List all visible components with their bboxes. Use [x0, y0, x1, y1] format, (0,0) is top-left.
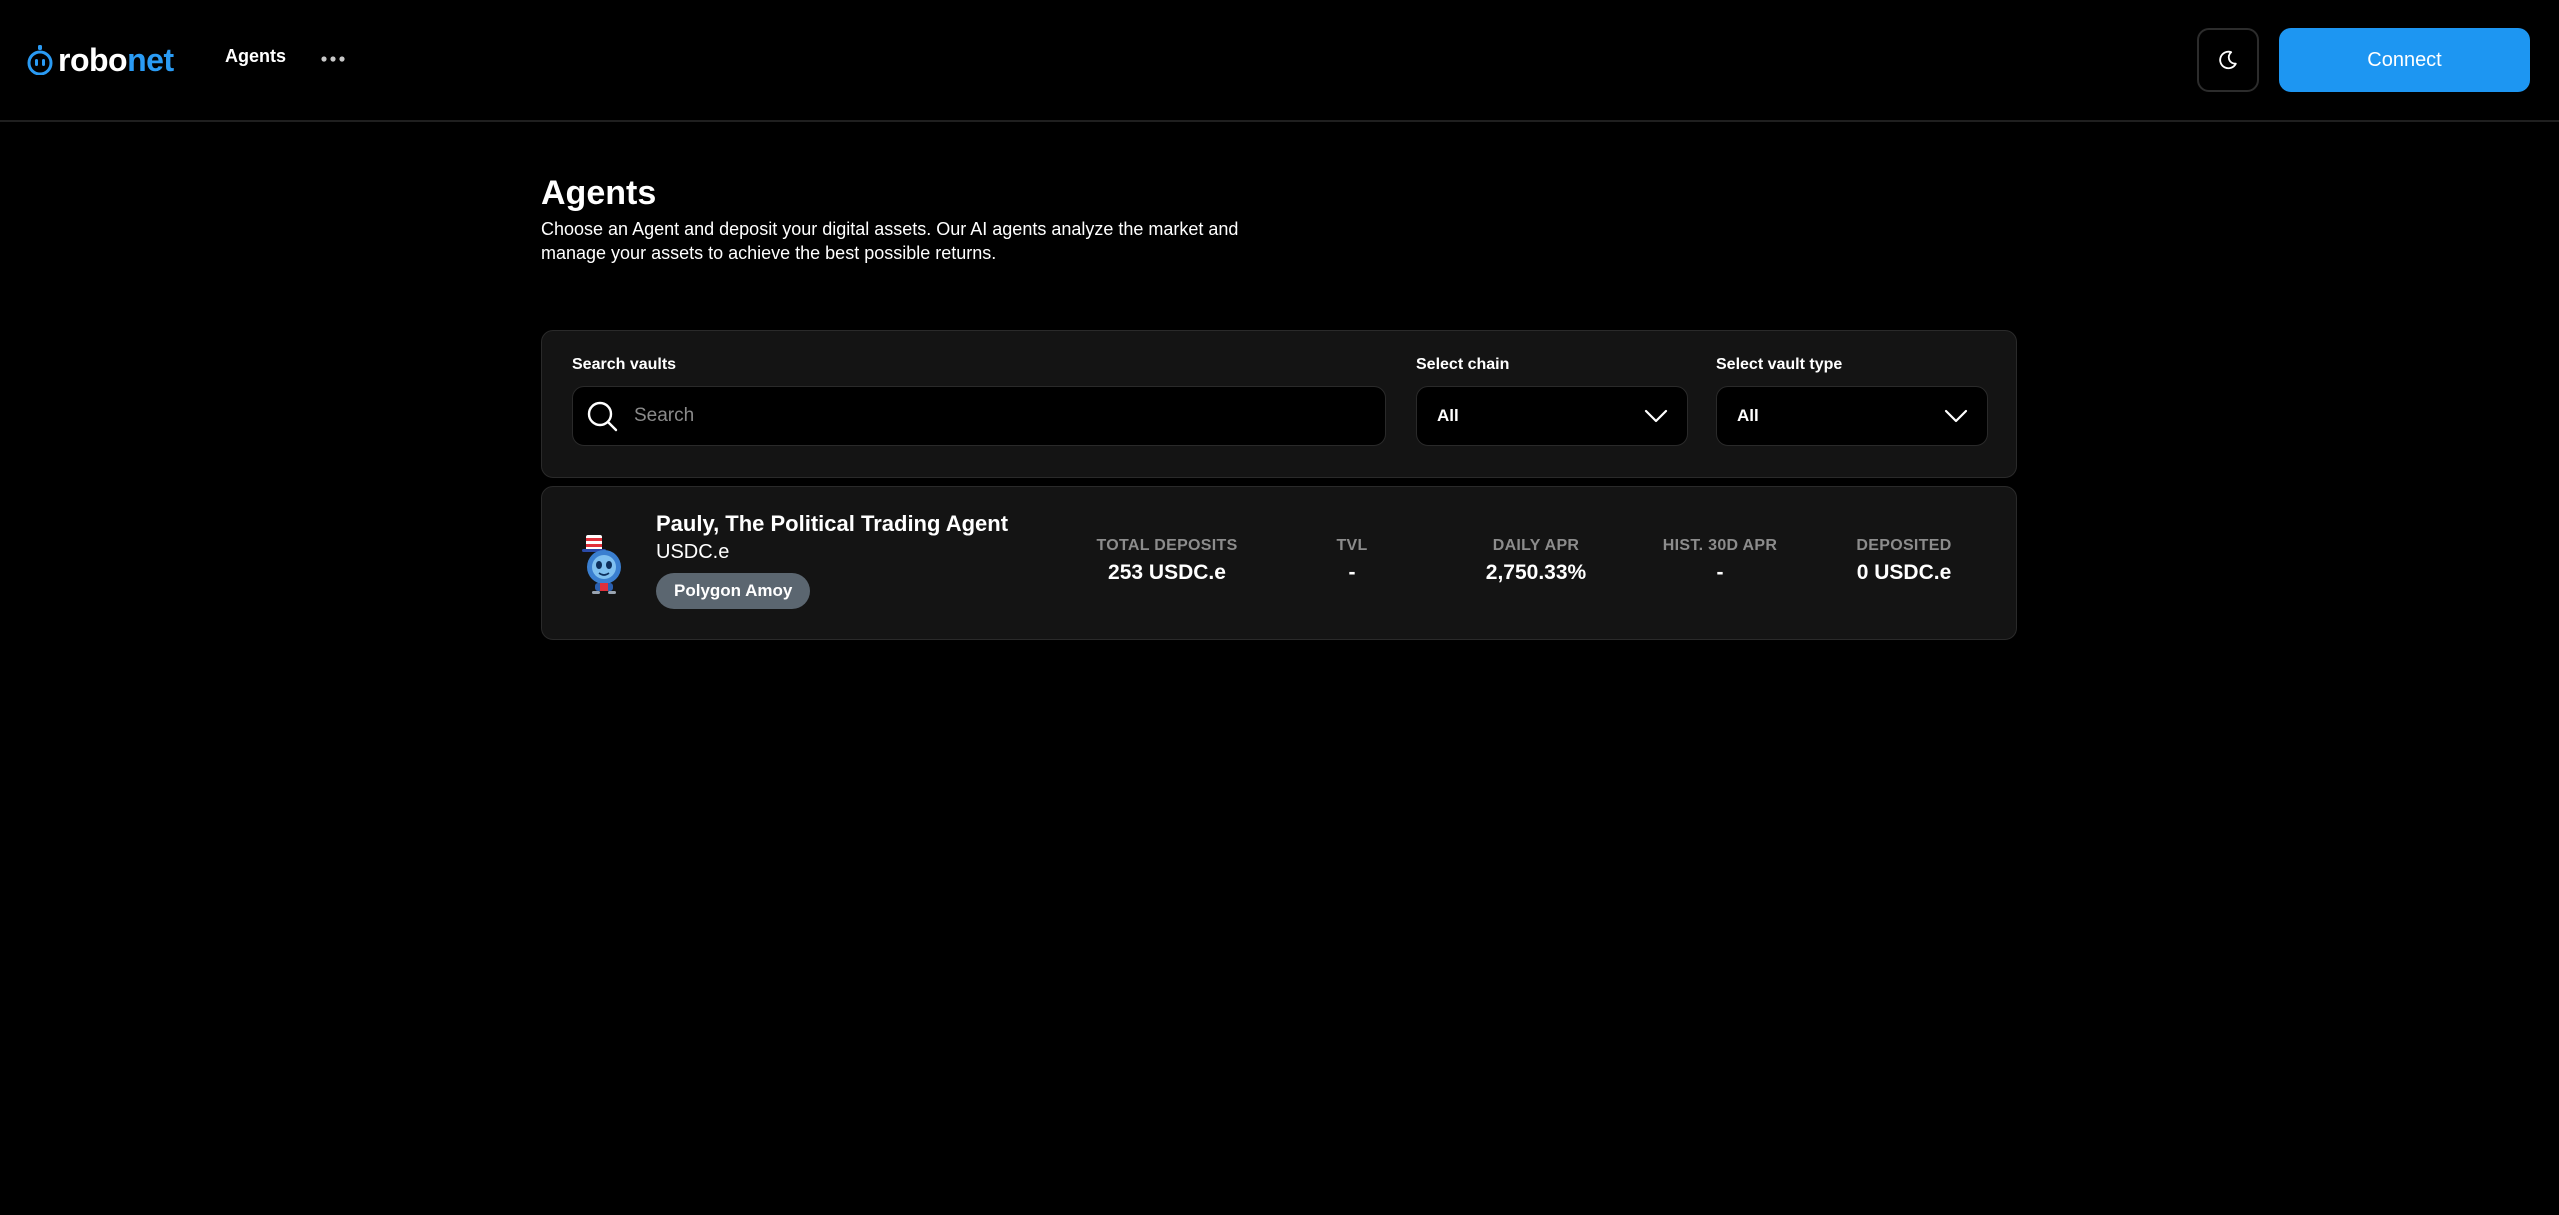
connect-wallet-button[interactable]: Connect [2279, 28, 2530, 92]
stat-hist-30d-apr: HIST. 30D APR - [1663, 537, 1777, 585]
stat-label: DEPOSITED [1856, 537, 1952, 554]
stat-label: TVL [1336, 537, 1368, 554]
more-menu-button[interactable] [318, 44, 348, 74]
stat-label: DAILY APR [1492, 537, 1580, 554]
robot-logo-icon [27, 45, 53, 75]
top-navigation-bar: robo net Agents Connect [0, 0, 2559, 122]
nav-item-agents[interactable]: Agents [225, 46, 286, 67]
logo-text-net: net [127, 41, 174, 78]
page-title: Agents [541, 174, 657, 212]
stat-value: 0 USDC.e [1856, 561, 1952, 584]
theme-toggle-button[interactable] [2197, 28, 2259, 92]
stat-value: - [1716, 561, 1724, 584]
vault-filters-panel: Search vaults Select chain All Select va… [541, 330, 2017, 478]
chain-badge: Polygon Amoy [656, 573, 811, 609]
vault-type-select-value: All [1737, 406, 1759, 425]
stat-total-deposits: TOTAL DEPOSITS 253 USDC.e [1096, 537, 1237, 585]
search-icon [584, 398, 620, 434]
robot-uncle-sam-icon [582, 535, 621, 594]
search-vaults-label: Search vaults [572, 356, 677, 373]
stat-value: 2,750.33% [1485, 561, 1587, 584]
stat-tvl: TVL - [1336, 537, 1367, 585]
stat-daily-apr: DAILY APR 2,750.33% [1486, 537, 1586, 585]
search-field[interactable] [572, 386, 1386, 446]
vault-asset: USDC.e [656, 541, 730, 563]
moon-icon [2219, 50, 2237, 70]
robonet-logo[interactable]: robo net [27, 40, 174, 80]
stat-label: HIST. 30D APR [1662, 537, 1778, 554]
logo-text-robo: robo [58, 41, 128, 78]
stat-value: 253 USDC.e [1108, 561, 1226, 584]
stat-deposited: DEPOSITED 0 USDC.e [1856, 537, 1951, 585]
vault-name[interactable]: Pauly, The Political Trading Agent [656, 511, 1008, 537]
page-description: Choose an Agent and deposit your digital… [541, 219, 1239, 263]
ellipsis-icon [321, 56, 345, 62]
vault-type-select[interactable]: All [1716, 386, 1988, 446]
chain-select-value: All [1437, 406, 1459, 425]
chevron-down-icon [1643, 403, 1669, 429]
select-vault-type-label: Select vault type [1716, 356, 1843, 373]
stat-label: TOTAL DEPOSITS [1096, 537, 1238, 554]
chevron-down-icon [1943, 403, 1969, 429]
select-chain-label: Select chain [1416, 356, 1510, 373]
search-input[interactable] [632, 387, 1385, 445]
vault-row[interactable]: Pauly, The Political Trading Agent USDC.… [541, 486, 2017, 640]
chain-select[interactable]: All [1416, 386, 1688, 446]
stat-value: - [1348, 561, 1356, 584]
